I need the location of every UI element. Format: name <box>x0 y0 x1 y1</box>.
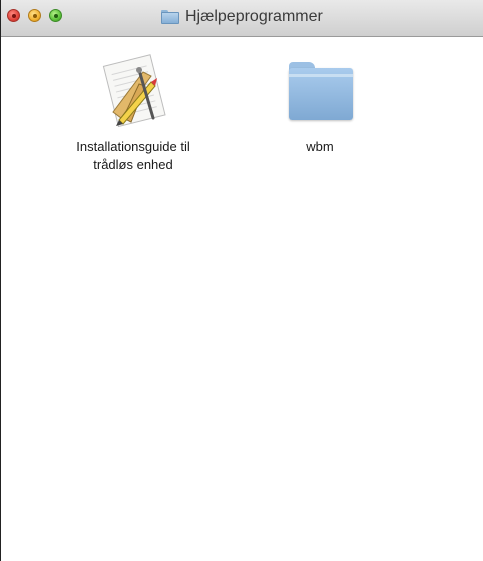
zoom-button[interactable] <box>49 9 62 22</box>
close-button[interactable] <box>7 9 20 22</box>
folder-icon[interactable] <box>280 52 360 132</box>
installer-app-label: Installationsguide til trådløs enhed <box>33 138 233 174</box>
minimize-button[interactable] <box>28 9 41 22</box>
installer-app-item[interactable]: Installationsguide til trådløs enhed <box>33 52 233 174</box>
installer-app-label-line1: Installationsguide til <box>76 139 190 154</box>
wbm-folder-label: wbm <box>306 139 334 154</box>
window-title-group: Hjælpeprogrammer <box>161 7 323 27</box>
installer-app-icon[interactable] <box>93 52 173 132</box>
title-bar[interactable]: Hjælpeprogrammer <box>1 0 483 37</box>
window-title: Hjælpeprogrammer <box>185 8 323 25</box>
wbm-folder-item[interactable]: wbm <box>220 52 420 156</box>
folder-icon <box>161 10 179 24</box>
finder-window: Hjælpeprogrammer Installationsguide til … <box>0 0 483 561</box>
installer-app-label-line2: trådløs enhed <box>93 157 173 172</box>
